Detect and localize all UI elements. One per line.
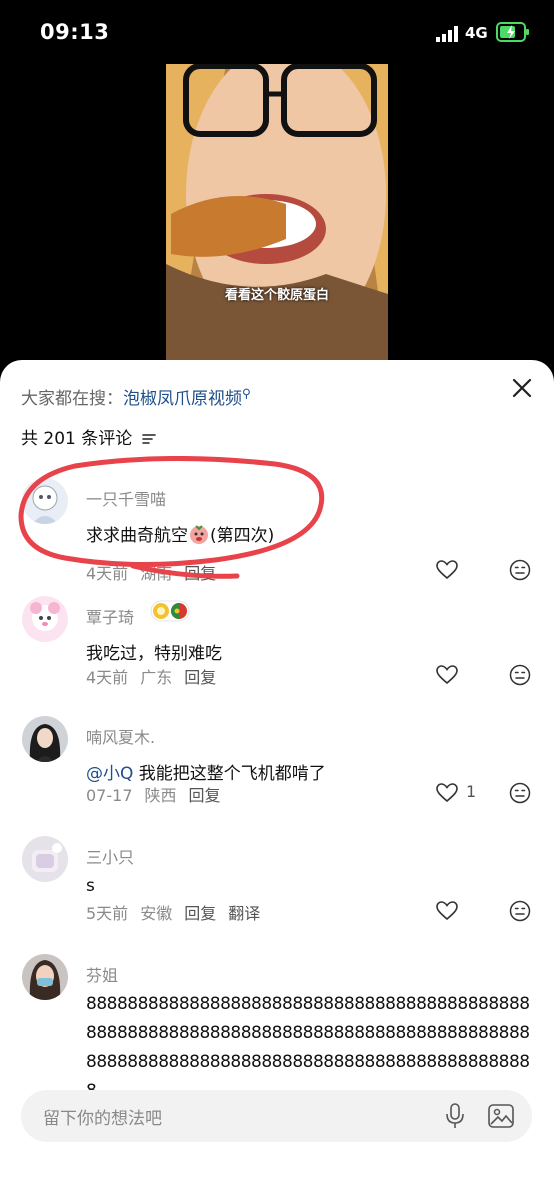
comment-sheet: 大家都在搜：泡椒凤爪原视频⚲ 共 201 条评论 一只千雪喵 求求曲奇航空 (第四…	[0, 360, 554, 1200]
status-bar: 09:13 4G	[0, 0, 554, 60]
comment-item: 一只千雪喵 求求曲奇航空 (第四次) 4天前 湖南 回复	[0, 478, 554, 583]
mention-link[interactable]: @小Q	[86, 764, 133, 784]
comment-text-part: 我能把这整个飞机都啃了	[133, 764, 326, 784]
heart-icon[interactable]	[436, 783, 458, 803]
comment-text-part: 求求曲奇航空	[86, 526, 188, 546]
reply-button[interactable]: 回复	[184, 904, 216, 923]
comment-text-part: (第四次)	[210, 526, 275, 546]
heart-icon[interactable]	[436, 901, 458, 921]
avatar[interactable]	[22, 954, 68, 1000]
search-term[interactable]: 泡椒凤爪原视频	[123, 389, 242, 409]
comment-item: 三小只 s 5天前 安徽 回复 翻译	[0, 836, 554, 936]
comment-item: 覃子琦 我吃过，特别难吃 4天前 广东 回复	[0, 596, 554, 696]
video-thumbnail[interactable]: 看看这个骹原蛋白	[166, 64, 388, 364]
comment-time: 4天前	[86, 668, 129, 687]
search-icon: ⚲	[242, 386, 251, 401]
like-count: 1	[466, 782, 477, 801]
comment-time: 5天前	[86, 904, 129, 923]
smile-icon[interactable]	[509, 900, 531, 922]
username[interactable]: 喃风夏木.	[86, 724, 155, 748]
comment-count[interactable]: 共 201 条评论	[21, 424, 156, 449]
comment-text: 求求曲奇航空 (第四次)	[86, 520, 274, 552]
comment-meta: 4天前 广东 回复	[86, 664, 228, 688]
comment-location: 安徽	[140, 904, 173, 923]
status-time: 09:13	[40, 20, 110, 44]
comment-input[interactable]: 留下你的想法吧	[21, 1090, 532, 1142]
username[interactable]: 芬姐	[86, 962, 118, 986]
video-caption: 看看这个骹原蛋白	[224, 288, 329, 303]
smile-icon[interactable]	[509, 782, 531, 804]
input-placeholder: 留下你的想法吧	[43, 1109, 162, 1129]
comment-item: 喃风夏木. @小Q 我能把这整个飞机都啃了 07-17 陕西 回复 1	[0, 716, 554, 816]
comment-text: s	[86, 876, 95, 896]
comment-location: 湖南	[140, 564, 173, 583]
badge-icon	[150, 600, 190, 622]
comment-location: 陕西	[144, 786, 177, 805]
comment-time: 07-17	[86, 786, 133, 805]
comment-item: 芬姐 8888888888888888888888888888888888888…	[0, 954, 554, 1101]
comment-text: 8888888888888888888888888888888888888888…	[86, 994, 530, 1101]
smile-icon[interactable]	[509, 559, 531, 581]
username[interactable]: 一只千雪喵	[86, 486, 166, 510]
search-prefix: 大家都在搜：	[21, 389, 123, 409]
heart-icon[interactable]	[436, 560, 458, 580]
avatar[interactable]	[22, 478, 68, 524]
comment-meta: 07-17 陕西 回复	[86, 782, 233, 806]
translate-button[interactable]: 翻译	[228, 904, 260, 923]
heart-icon[interactable]	[436, 665, 458, 685]
filter-icon[interactable]	[141, 433, 156, 445]
signal-icon	[436, 26, 458, 42]
mic-icon[interactable]	[445, 1103, 465, 1129]
avatar[interactable]	[22, 836, 68, 882]
avatar[interactable]	[22, 716, 68, 762]
close-icon[interactable]	[510, 376, 534, 400]
reply-button[interactable]: 回复	[184, 668, 216, 687]
comment-count-label: 共 201 条评论	[21, 429, 133, 449]
sticker-icon	[188, 523, 210, 545]
comment-meta: 4天前 湖南 回复	[86, 560, 228, 584]
video-frame-image	[166, 64, 388, 364]
smile-icon[interactable]	[509, 664, 531, 686]
reply-button[interactable]: 回复	[184, 564, 216, 583]
comment-time: 4天前	[86, 564, 129, 583]
comment-location: 广东	[140, 668, 173, 687]
battery-icon	[496, 22, 529, 42]
network-label: 4G	[465, 24, 488, 42]
username[interactable]: 三小只	[86, 844, 134, 868]
username[interactable]: 覃子琦	[86, 604, 134, 628]
reply-button[interactable]: 回复	[189, 786, 221, 805]
avatar[interactable]	[22, 596, 68, 642]
comment-meta: 5天前 安徽 回复 翻译	[86, 900, 272, 924]
search-suggestion[interactable]: 大家都在搜：泡椒凤爪原视频⚲	[21, 384, 251, 409]
image-icon[interactable]	[488, 1104, 514, 1128]
